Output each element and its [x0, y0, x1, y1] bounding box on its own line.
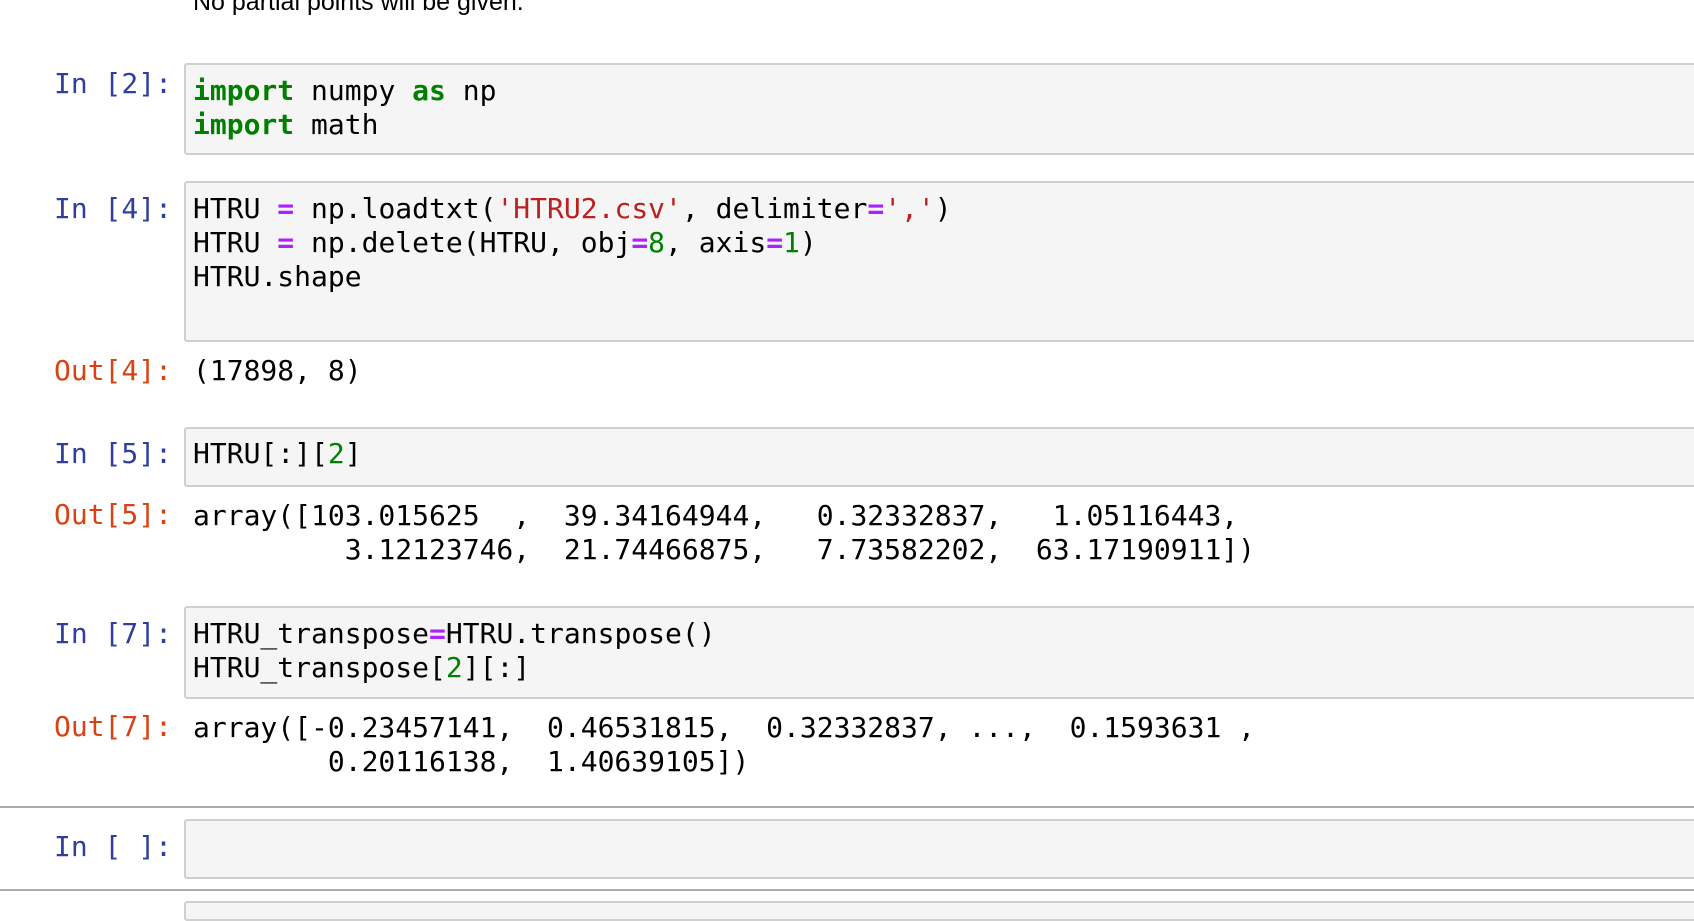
code-token: = — [277, 192, 295, 225]
code-token: = — [429, 617, 446, 650]
input-prompt: In [4]: — [53, 192, 172, 225]
code-token: ) — [799, 226, 817, 259]
code-editor: HTRU[:][2] — [193, 437, 362, 471]
code-token: 8 — [648, 226, 666, 259]
code-token: , delimiter — [681, 192, 868, 225]
code-token: HTRU_transpose[ — [193, 651, 446, 684]
code-input-area[interactable] — [184, 819, 1694, 879]
code-token: np.delete(HTRU, obj — [294, 226, 632, 259]
cell-output: (17898, 8) — [193, 354, 362, 387]
code-token: = — [867, 192, 885, 225]
code-token: , axis — [665, 226, 767, 259]
next-code-input-area[interactable] — [184, 901, 1694, 921]
code-token: = — [631, 226, 649, 259]
input-prompt: In [7]: — [53, 617, 172, 650]
code-token: ] — [344, 437, 362, 470]
input-prompt: In [ ]: — [53, 830, 172, 863]
code-token: ][:] — [462, 651, 531, 684]
code-token: import — [193, 108, 295, 141]
code-token: HTRU[:][ — [193, 437, 328, 470]
code-line: HTRU_transpose[2][:] — [193, 651, 716, 685]
code-input-area[interactable] — [184, 427, 1694, 487]
code-token: = — [766, 226, 784, 259]
code-line: HTRU = np.loadtxt('HTRU2.csv', delimiter… — [193, 192, 952, 226]
code-editor: HTRU = np.loadtxt('HTRU2.csv', delimiter… — [193, 192, 952, 294]
output-prompt: Out[7]: — [53, 710, 172, 743]
code-token: HTRU — [193, 192, 278, 225]
markdown-text: No partial points will be given. — [193, 0, 524, 16]
code-line: HTRU_transpose=HTRU.transpose() — [193, 617, 716, 651]
input-prompt: In [2]: — [53, 67, 172, 100]
code-token: ) — [934, 192, 952, 225]
code-token: math — [294, 108, 379, 141]
code-token: 2 — [327, 437, 345, 470]
code-token: numpy — [294, 74, 413, 107]
code-token: 'HTRU2.csv' — [496, 192, 682, 225]
code-token: HTRU.transpose() — [445, 617, 716, 650]
code-editor: import numpy as np import math — [193, 74, 496, 142]
code-token: np.loadtxt( — [294, 192, 497, 225]
code-line: import numpy as np — [193, 74, 496, 108]
code-token: ',' — [884, 192, 935, 225]
code-token: HTRU — [193, 226, 278, 259]
code-token: = — [277, 226, 295, 259]
code-token: 1 — [783, 226, 800, 259]
code-token: 2 — [445, 651, 463, 684]
code-token: import — [193, 74, 295, 107]
code-editor: HTRU_transpose=HTRU.transpose() HTRU_tran… — [193, 617, 716, 685]
code-token: np — [445, 74, 497, 107]
cell-output: array([-0.23457141, 0.46531815, 0.323328… — [193, 711, 1256, 778]
input-prompt: In [5]: — [53, 437, 172, 470]
code-line: HTRU[:][2] — [193, 437, 362, 471]
code-line: HTRU = np.delete(HTRU, obj=8, axis=1) — [193, 226, 952, 260]
code-token: HTRU_transpose — [193, 617, 430, 650]
code-token: as — [412, 74, 446, 107]
code-line: HTRU.shape — [193, 260, 952, 294]
cell-output: array([103.015625 , 39.34164944, 0.32332… — [193, 499, 1256, 566]
code-line: import math — [193, 108, 496, 142]
output-prompt: Out[4]: — [53, 354, 172, 387]
code-token: HTRU.shape — [193, 260, 362, 293]
output-prompt: Out[5]: — [53, 498, 172, 531]
